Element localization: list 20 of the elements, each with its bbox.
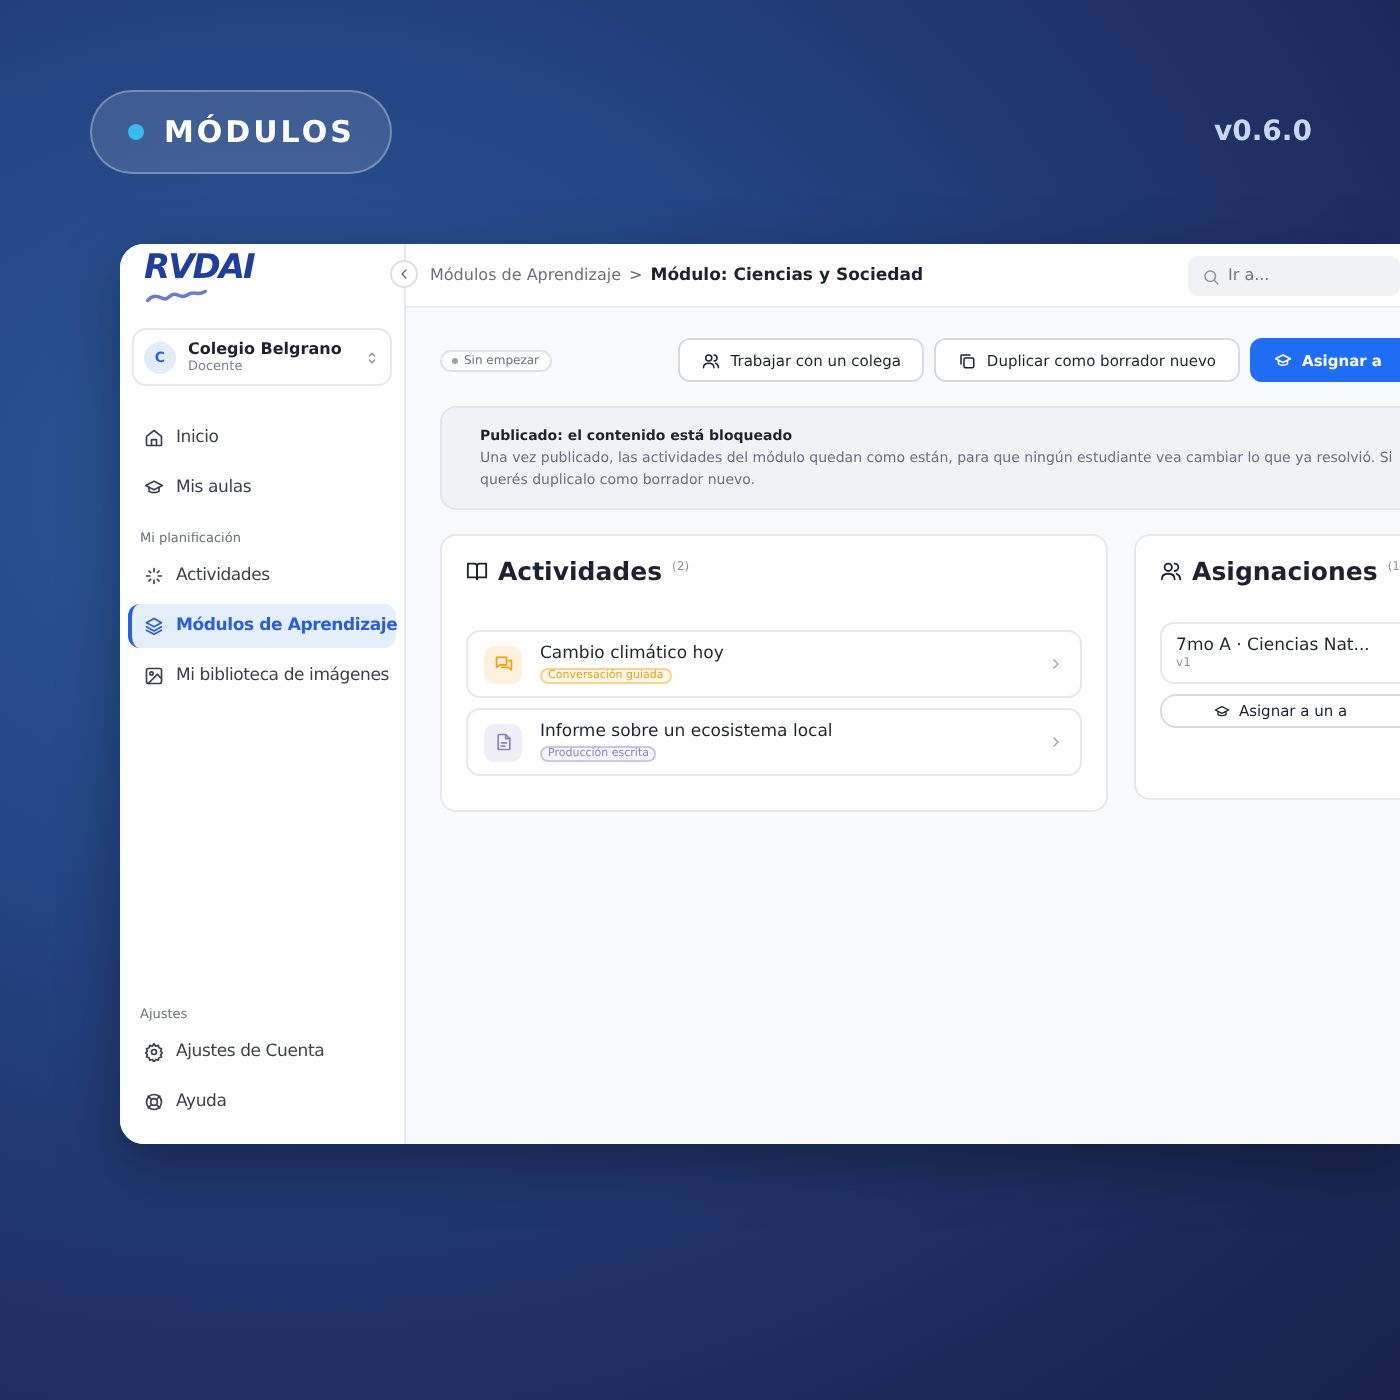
sidebar-item[interactable]: Mi biblioteca de imágenes	[128, 654, 396, 698]
breadcrumb-link[interactable]: Módulos de Aprendizaje	[430, 266, 622, 284]
assignment-title: 7mo A · Ciencias Nat...	[1176, 636, 1372, 656]
sidebar-item[interactable]: Módulos de Aprendizaje	[128, 604, 396, 648]
activity-title: Cambio climático hoy	[540, 644, 726, 664]
card-title: Actividades	[498, 556, 663, 586]
logo-wordmark: RVDAI	[144, 252, 257, 286]
section-badge: MÓDULOS	[90, 90, 393, 174]
sidebar-item[interactable]: Actividades	[128, 554, 396, 598]
version-label: v0.6.0	[1214, 116, 1312, 148]
card-title: Asignaciones	[1192, 556, 1378, 586]
activity-title: Informe sobre un ecosistema local	[540, 722, 835, 742]
sidebar-item[interactable]: Inicio	[128, 416, 396, 460]
breadcrumb-separator: >	[629, 266, 643, 284]
sidebar-item[interactable]: Ajustes de Cuenta	[128, 1030, 396, 1074]
sidebar-item[interactable]: Mis aulas	[128, 466, 396, 510]
sidebar-item[interactable]: Ayuda	[128, 1080, 396, 1124]
breadcrumb-current: Módulo: Ciencias y Sociedad	[650, 265, 924, 285]
search-field[interactable]: Ir a...	[1188, 255, 1400, 295]
school-name: Colegio Belgrano	[188, 340, 344, 358]
